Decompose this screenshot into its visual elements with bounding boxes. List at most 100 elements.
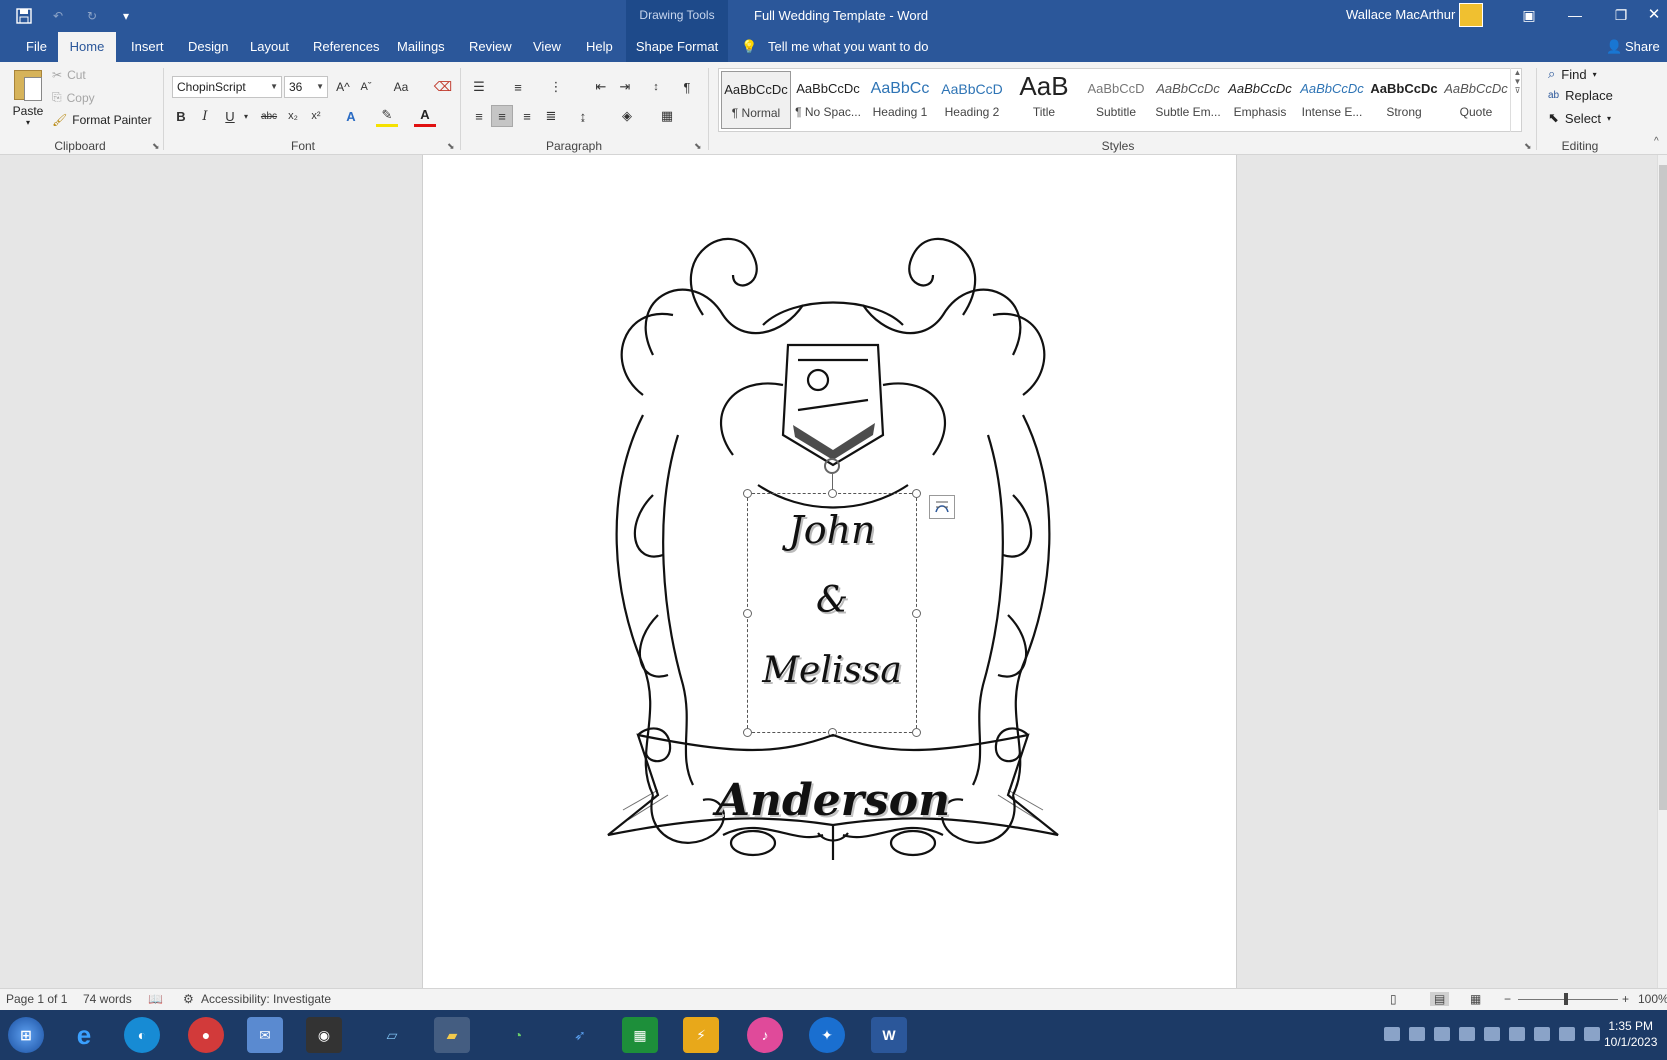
- style-heading-2[interactable]: AaBbCcD Heading 2: [937, 71, 1007, 129]
- format-painter-button[interactable]: 🖌 Format Painter: [52, 113, 152, 127]
- resize-handle[interactable]: [828, 489, 837, 498]
- ribbon-display-options-icon[interactable]: ▣: [1506, 0, 1552, 30]
- align-right-icon[interactable]: ≡: [516, 105, 538, 127]
- styles-launcher-icon[interactable]: ⬊: [1524, 141, 1532, 152]
- style-strong[interactable]: AaBbCcDc Strong: [1369, 71, 1439, 129]
- tray-icon[interactable]: [1509, 1027, 1525, 1041]
- paragraph-launcher-icon[interactable]: ⬊: [694, 141, 702, 152]
- minimize-icon[interactable]: —: [1552, 0, 1598, 30]
- tab-references[interactable]: References: [303, 32, 389, 62]
- style-no-spacing[interactable]: AaBbCcDc ¶ No Spac...: [793, 71, 863, 129]
- ccleaner-icon[interactable]: ●: [188, 1017, 224, 1053]
- rotate-handle-icon[interactable]: [824, 458, 840, 474]
- surname-text[interactable]: Anderson: [543, 775, 1123, 826]
- bold-button[interactable]: B: [170, 105, 192, 127]
- user-name[interactable]: Wallace MacArthur: [1346, 7, 1455, 22]
- tab-shape-format[interactable]: Shape Format: [626, 32, 728, 62]
- text-effects-icon[interactable]: A: [340, 105, 362, 127]
- style-quote[interactable]: AaBbCcDc Quote: [1441, 71, 1511, 129]
- paste-button[interactable]: Paste ▾: [10, 68, 46, 134]
- zoom-level[interactable]: 100%: [1638, 992, 1667, 1006]
- clipboard-launcher-icon[interactable]: ⬊: [152, 141, 160, 152]
- replace-button[interactable]: ab Replace: [1548, 88, 1613, 103]
- highlight-icon[interactable]: ✎: [376, 105, 398, 127]
- copy-button[interactable]: ⎘ Copy: [52, 90, 95, 105]
- cut-button[interactable]: ✂ Cut: [52, 68, 86, 82]
- shrink-font-button[interactable]: Aˇ: [355, 76, 377, 98]
- tray-icon[interactable]: [1384, 1027, 1400, 1041]
- style-intense-emphasis[interactable]: AaBbCcDc Intense E...: [1297, 71, 1367, 129]
- page-count[interactable]: Page 1 of 1: [6, 992, 67, 1006]
- font-color-icon[interactable]: A: [414, 105, 436, 127]
- tab-layout[interactable]: Layout: [240, 32, 299, 62]
- grow-font-button[interactable]: A^: [332, 76, 354, 98]
- close-icon[interactable]: ✕: [1641, 0, 1667, 30]
- bullets-icon[interactable]: ☰: [468, 76, 490, 98]
- tab-home[interactable]: Home: [58, 32, 116, 62]
- borders-icon[interactable]: ▦: [656, 105, 678, 127]
- store-icon[interactable]: ▦: [622, 1017, 658, 1053]
- word-count[interactable]: 74 words: [83, 992, 132, 1006]
- avatar[interactable]: [1459, 3, 1483, 27]
- accessibility-status[interactable]: Accessibility: Investigate: [201, 992, 331, 1006]
- resize-handle[interactable]: [743, 609, 752, 618]
- mail-app-icon[interactable]: ✉: [247, 1017, 283, 1053]
- app-store-icon[interactable]: ✦: [809, 1017, 845, 1053]
- style-emphasis[interactable]: AaBbCcDc Emphasis: [1225, 71, 1295, 129]
- tray-icon[interactable]: [1434, 1027, 1450, 1041]
- clock[interactable]: 1:35 PM 10/1/2023: [1604, 1018, 1657, 1050]
- vertical-scrollbar[interactable]: [1657, 155, 1667, 988]
- tab-file[interactable]: File: [16, 32, 57, 62]
- align-center-icon[interactable]: ≡: [491, 105, 513, 127]
- dolphin-app-icon[interactable]: ➶: [562, 1017, 598, 1053]
- strikethrough-button[interactable]: abc: [258, 105, 280, 127]
- tab-review[interactable]: Review: [459, 32, 522, 62]
- align-left-icon[interactable]: ≡: [468, 105, 490, 127]
- volume-icon[interactable]: [1584, 1027, 1600, 1041]
- print-layout-icon[interactable]: ▤: [1430, 992, 1450, 1006]
- restore-icon[interactable]: ❐: [1598, 0, 1644, 30]
- winamp-icon[interactable]: ⚡: [683, 1017, 719, 1053]
- underline-button[interactable]: U: [219, 105, 241, 127]
- resize-handle[interactable]: [912, 609, 921, 618]
- decrease-indent-icon[interactable]: ⇤: [590, 76, 612, 98]
- zoom-in-icon[interactable]: +: [1622, 992, 1629, 1006]
- font-launcher-icon[interactable]: ⬊: [447, 141, 455, 152]
- subscript-button[interactable]: x₂: [282, 105, 304, 127]
- tab-view[interactable]: View: [523, 32, 571, 62]
- file-explorer-icon[interactable]: ▰: [434, 1017, 470, 1053]
- tray-icon[interactable]: [1459, 1027, 1475, 1041]
- redo-icon[interactable]: ↻: [82, 6, 102, 26]
- style-heading-1[interactable]: AaBbCc Heading 1: [865, 71, 935, 129]
- numbering-icon[interactable]: ≡: [507, 76, 529, 98]
- tell-me-search[interactable]: Tell me what you want to do: [768, 32, 928, 62]
- pilcrow-icon[interactable]: ¶: [676, 76, 698, 98]
- style-subtitle[interactable]: AaBbCcD Subtitle: [1081, 71, 1151, 129]
- share-button[interactable]: Share: [1625, 32, 1660, 62]
- italic-button[interactable]: I: [194, 105, 216, 127]
- tray-icon[interactable]: [1409, 1027, 1425, 1041]
- style-title[interactable]: AaB Title: [1009, 71, 1079, 129]
- camera-app-icon[interactable]: ◉: [306, 1017, 342, 1053]
- font-family-box[interactable]: ChopinScript ▼: [172, 76, 282, 98]
- internet-explorer-icon[interactable]: e: [66, 1017, 102, 1053]
- tab-insert[interactable]: Insert: [121, 32, 174, 62]
- edge-browser-icon[interactable]: ◐: [124, 1017, 160, 1053]
- font-size-box[interactable]: 36 ▼: [284, 76, 328, 98]
- proofing-icon[interactable]: 📖: [148, 992, 163, 1006]
- second-name-text[interactable]: Melissa: [748, 650, 916, 691]
- clear-formatting-icon[interactable]: ⌫: [432, 76, 454, 98]
- style-subtle-emphasis[interactable]: AaBbCcDc Subtle Em...: [1153, 71, 1223, 129]
- zoom-out-icon[interactable]: −: [1504, 992, 1511, 1006]
- notepad-icon[interactable]: ▱: [374, 1017, 410, 1053]
- scrollbar-thumb[interactable]: [1659, 165, 1667, 810]
- undo-icon[interactable]: ↶: [48, 6, 68, 26]
- tab-help[interactable]: Help: [576, 32, 623, 62]
- multilevel-list-icon[interactable]: ⋮: [545, 76, 567, 98]
- tray-icon[interactable]: [1484, 1027, 1500, 1041]
- chevron-down-icon[interactable]: ▾: [241, 105, 251, 127]
- ampersand-text[interactable]: &: [748, 580, 916, 621]
- zoom-slider[interactable]: [1518, 999, 1618, 1000]
- layout-options-icon[interactable]: [929, 495, 955, 519]
- first-name-text[interactable]: John: [748, 508, 916, 552]
